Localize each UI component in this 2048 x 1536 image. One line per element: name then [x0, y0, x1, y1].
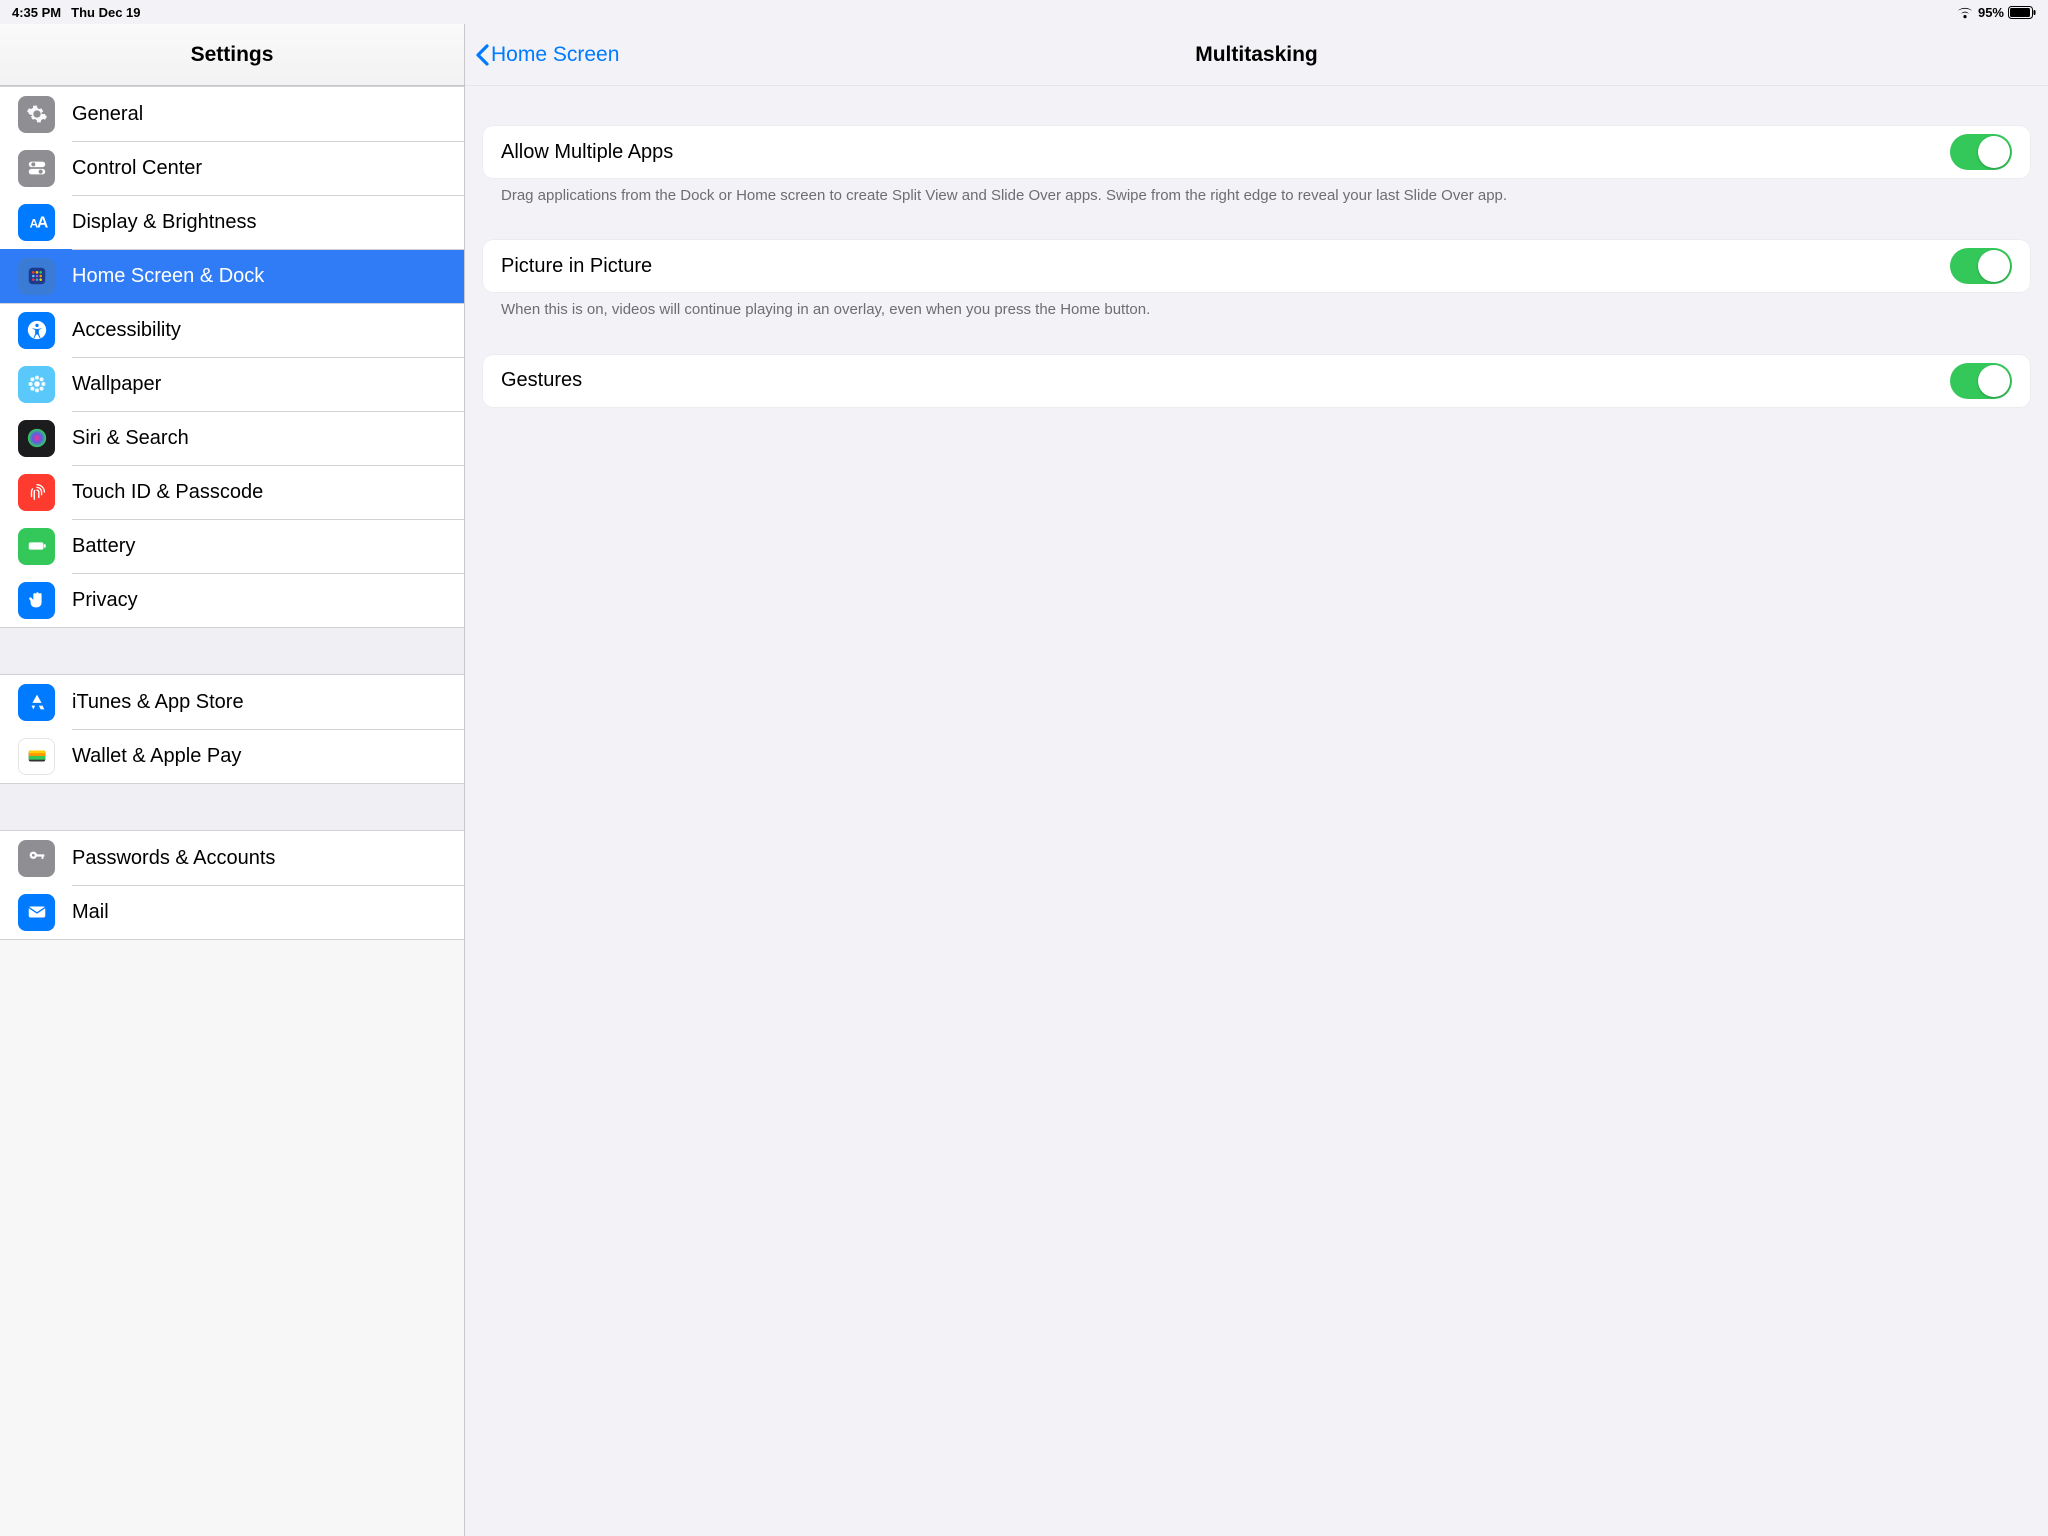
sidebar-item-battery[interactable]: Battery — [0, 519, 464, 573]
sidebar-item-label: Privacy — [72, 589, 138, 612]
detail-pane: Home Screen Multitasking Allow Multiple … — [465, 24, 2048, 1536]
setting-title: Gestures — [501, 369, 582, 392]
sidebar-item-label: Wallet & Apple Pay — [72, 745, 241, 768]
toggle-allow-multiple-apps[interactable] — [1950, 134, 2012, 170]
setting-row-picture-in-picture: Picture in Picture — [483, 240, 2030, 292]
siri-icon — [18, 420, 55, 457]
setting-footer: Drag applications from the Dock or Home … — [483, 178, 2030, 206]
sidebar-item-label: Control Center — [72, 157, 202, 180]
sidebar-item-accessibility[interactable]: Accessibility — [0, 303, 464, 357]
page-title: Multitasking — [1195, 43, 1318, 67]
sidebar-item-label: iTunes & App Store — [72, 691, 244, 714]
back-label: Home Screen — [491, 43, 619, 67]
sidebar-item-label: Battery — [72, 535, 135, 558]
home-grid-icon — [18, 258, 55, 295]
sidebar-item-label: Passwords & Accounts — [72, 847, 275, 870]
text-size-icon: AA — [18, 204, 55, 241]
hand-icon — [18, 582, 55, 619]
wifi-icon — [1956, 6, 1974, 19]
sidebar-item-mail[interactable]: Mail — [0, 885, 464, 939]
status-date: Thu Dec 19 — [71, 5, 140, 20]
mail-icon — [18, 894, 55, 931]
sidebar-title: Settings — [0, 24, 464, 86]
status-battery-pct: 95% — [1978, 5, 2004, 20]
back-button[interactable]: Home Screen — [475, 43, 619, 67]
sidebar-item-privacy[interactable]: Privacy — [0, 573, 464, 627]
sidebar-item-itunes-app-store[interactable]: iTunes & App Store — [0, 675, 464, 729]
wallet-icon — [18, 738, 55, 775]
setting-title: Allow Multiple Apps — [501, 141, 673, 164]
status-bar: 4:35 PM Thu Dec 19 95% — [0, 0, 2048, 24]
setting-footer: When this is on, videos will continue pl… — [483, 292, 2030, 320]
sidebar-item-home-screen-dock[interactable]: Home Screen & Dock — [0, 249, 464, 303]
toggle-gestures[interactable] — [1950, 363, 2012, 399]
status-time: 4:35 PM — [12, 5, 61, 20]
toggle-picture-in-picture[interactable] — [1950, 248, 2012, 284]
battery-set-icon — [18, 528, 55, 565]
key-icon — [18, 840, 55, 877]
sidebar: Settings General Control Center AA Display … — [0, 24, 465, 1536]
svg-text:A: A — [37, 215, 48, 232]
sidebar-item-label: General — [72, 103, 143, 126]
gear-icon — [18, 96, 55, 133]
flower-icon — [18, 366, 55, 403]
sidebar-item-passwords-accounts[interactable]: Passwords & Accounts — [0, 831, 464, 885]
sidebar-item-label: Wallpaper — [72, 373, 161, 396]
sidebar-item-general[interactable]: General — [0, 87, 464, 141]
sidebar-item-siri-search[interactable]: Siri & Search — [0, 411, 464, 465]
sidebar-item-label: Home Screen & Dock — [72, 265, 264, 288]
sidebar-item-control-center[interactable]: Control Center — [0, 141, 464, 195]
sidebar-item-touch-id-passcode[interactable]: Touch ID & Passcode — [0, 465, 464, 519]
chevron-left-icon — [475, 44, 489, 66]
toggles-icon — [18, 150, 55, 187]
sidebar-item-label: Mail — [72, 901, 109, 924]
sidebar-item-display-brightness[interactable]: AA Display & Brightness — [0, 195, 464, 249]
fingerprint-icon — [18, 474, 55, 511]
sidebar-item-wallet-apple-pay[interactable]: Wallet & Apple Pay — [0, 729, 464, 783]
sidebar-item-label: Siri & Search — [72, 427, 189, 450]
sidebar-item-label: Touch ID & Passcode — [72, 481, 263, 504]
sidebar-item-label: Accessibility — [72, 319, 181, 342]
setting-title: Picture in Picture — [501, 255, 652, 278]
setting-row-gestures: Gestures — [483, 355, 2030, 407]
battery-icon — [2008, 6, 2036, 19]
sidebar-item-wallpaper[interactable]: Wallpaper — [0, 357, 464, 411]
appstore-icon — [18, 684, 55, 721]
sidebar-item-label: Display & Brightness — [72, 211, 257, 234]
accessibility-icon — [18, 312, 55, 349]
setting-row-allow-multiple-apps: Allow Multiple Apps — [483, 126, 2030, 178]
